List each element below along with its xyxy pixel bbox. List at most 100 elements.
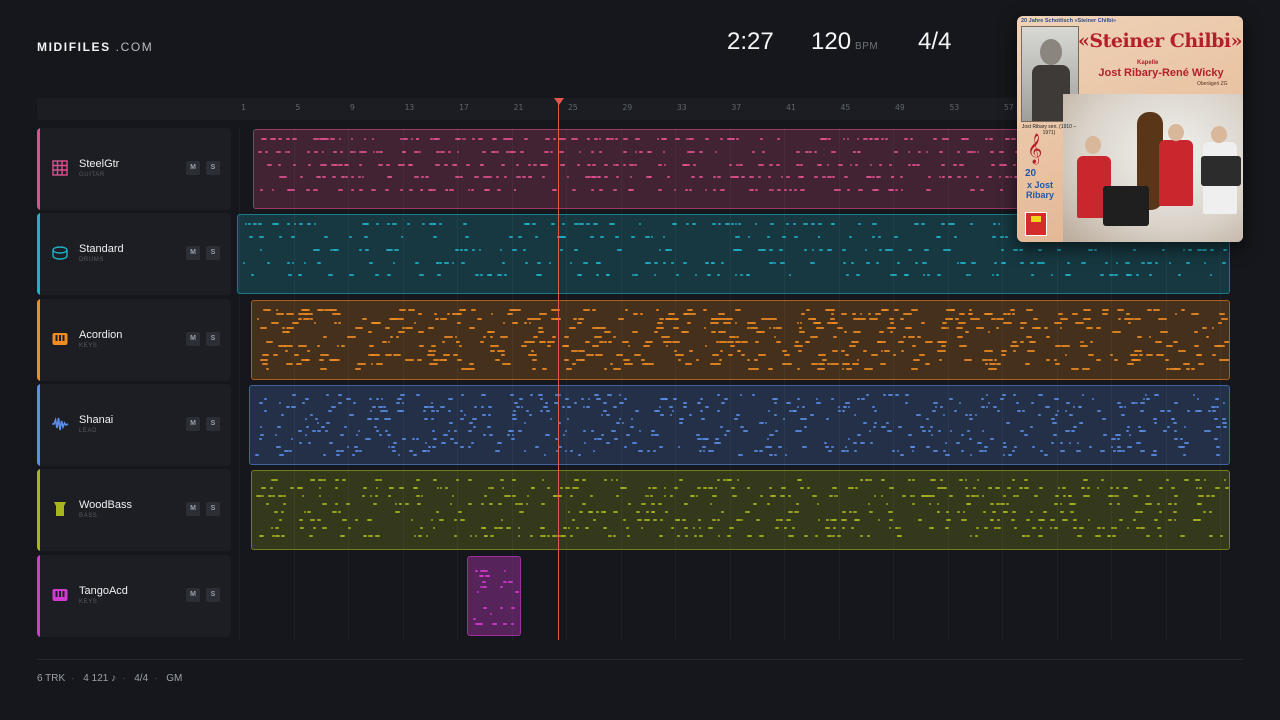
- midi-note: [940, 479, 943, 482]
- midi-note: [755, 519, 761, 522]
- midi-note: [340, 345, 345, 348]
- midi-note: [467, 503, 473, 506]
- midi-note: [767, 409, 771, 412]
- mute-button[interactable]: M: [186, 502, 200, 517]
- midi-note: [905, 393, 910, 396]
- midi-note: [682, 519, 687, 522]
- midi-note: [611, 429, 616, 432]
- midi-note: [354, 519, 359, 522]
- track-header-shanai[interactable]: Shanai LEAD M S: [37, 383, 231, 466]
- midi-note: [564, 429, 568, 432]
- midi-note: [798, 326, 803, 329]
- midi-note: [669, 495, 674, 498]
- midi-note: [476, 317, 482, 320]
- midi-note: [769, 487, 772, 490]
- midi-note: [682, 313, 688, 316]
- track-name[interactable]: WoodBass: [79, 499, 132, 511]
- track-header-steelgtr[interactable]: SteelGtr GUITAR M S: [37, 128, 231, 210]
- midi-note: [354, 445, 359, 448]
- midi-note: [1203, 261, 1207, 264]
- midi-note: [660, 519, 664, 522]
- midi-note: [1158, 487, 1163, 490]
- midi-note: [720, 138, 724, 140]
- track-header-woodbass[interactable]: WoodBass BASS M S: [37, 469, 231, 552]
- midi-note: [1082, 393, 1085, 396]
- midi-note: [1088, 354, 1094, 357]
- midi-note: [970, 261, 976, 264]
- midi-note: [752, 150, 755, 153]
- midi-note: [1065, 274, 1070, 277]
- midi-note: [712, 519, 716, 522]
- solo-button[interactable]: S: [206, 246, 220, 261]
- playhead-handle[interactable]: [554, 98, 564, 105]
- midi-note: [1039, 527, 1042, 530]
- track-header-acordion[interactable]: Acordion KEYS M S: [37, 298, 231, 381]
- footer-note-count: 4 121 ♪: [83, 673, 117, 684]
- track-name[interactable]: TangoAcd: [79, 585, 128, 597]
- solo-button[interactable]: S: [206, 502, 220, 517]
- solo-button[interactable]: S: [206, 416, 220, 431]
- midi-note: [761, 163, 765, 166]
- midi-clip[interactable]: [249, 384, 1230, 465]
- midi-note: [911, 445, 916, 448]
- midi-note: [325, 429, 329, 432]
- midi-note: [833, 527, 836, 530]
- midi-note: [348, 413, 354, 416]
- midi-note: [1146, 354, 1153, 357]
- track-header-tangoacd[interactable]: TangoAcd KEYS M S: [37, 554, 231, 637]
- track-color-stripe: [37, 128, 40, 210]
- midi-note: [565, 397, 570, 400]
- solo-button[interactable]: S: [206, 587, 220, 602]
- mute-button[interactable]: M: [186, 587, 200, 602]
- midi-note: [762, 150, 765, 153]
- midi-note: [392, 449, 396, 452]
- midi-note: [671, 340, 681, 343]
- midi-note: [286, 363, 294, 366]
- track-name[interactable]: Standard: [79, 243, 124, 255]
- track-name[interactable]: Shanai: [79, 414, 113, 426]
- playhead[interactable]: [558, 100, 559, 640]
- midi-note: [267, 163, 270, 166]
- bar-gridline: [239, 128, 240, 640]
- track-name[interactable]: Acordion: [79, 329, 122, 341]
- midi-note: [748, 368, 757, 371]
- midi-note: [1002, 163, 1007, 166]
- mute-button[interactable]: M: [186, 246, 200, 261]
- midi-clip[interactable]: [251, 470, 1230, 551]
- midi-note: [711, 223, 716, 226]
- midi-clip[interactable]: [467, 555, 521, 636]
- midi-note: [1070, 511, 1075, 514]
- midi-note: [267, 261, 271, 264]
- midi-note: [508, 236, 514, 239]
- midi-note: [543, 453, 547, 456]
- midi-note: [818, 223, 822, 226]
- midi-note: [427, 354, 436, 357]
- midi-note: [1146, 397, 1151, 400]
- midi-note: [760, 317, 769, 320]
- mute-button[interactable]: M: [186, 416, 200, 431]
- midi-note: [1068, 441, 1071, 444]
- midi-note: [500, 479, 504, 482]
- midi-note: [483, 495, 488, 498]
- midi-note: [289, 449, 292, 452]
- midi-note: [369, 409, 373, 412]
- solo-button[interactable]: S: [206, 331, 220, 346]
- mute-button[interactable]: M: [186, 331, 200, 346]
- midi-note: [979, 189, 985, 192]
- midi-note: [522, 176, 527, 179]
- mute-button[interactable]: M: [186, 161, 200, 175]
- midi-note: [528, 163, 531, 166]
- track-header-standard[interactable]: Standard DRUMS M S: [37, 213, 231, 296]
- midi-note: [300, 358, 310, 361]
- midi-note: [410, 138, 414, 140]
- solo-button[interactable]: S: [206, 161, 220, 175]
- midi-note: [419, 274, 424, 277]
- midi-note: [725, 429, 730, 432]
- midi-note: [413, 322, 417, 325]
- midi-note: [768, 317, 777, 320]
- midi-note: [1210, 405, 1216, 408]
- track-name[interactable]: SteelGtr: [79, 158, 119, 170]
- midi-clip[interactable]: [251, 299, 1230, 380]
- midi-note: [981, 429, 985, 432]
- midi-note: [1178, 274, 1181, 277]
